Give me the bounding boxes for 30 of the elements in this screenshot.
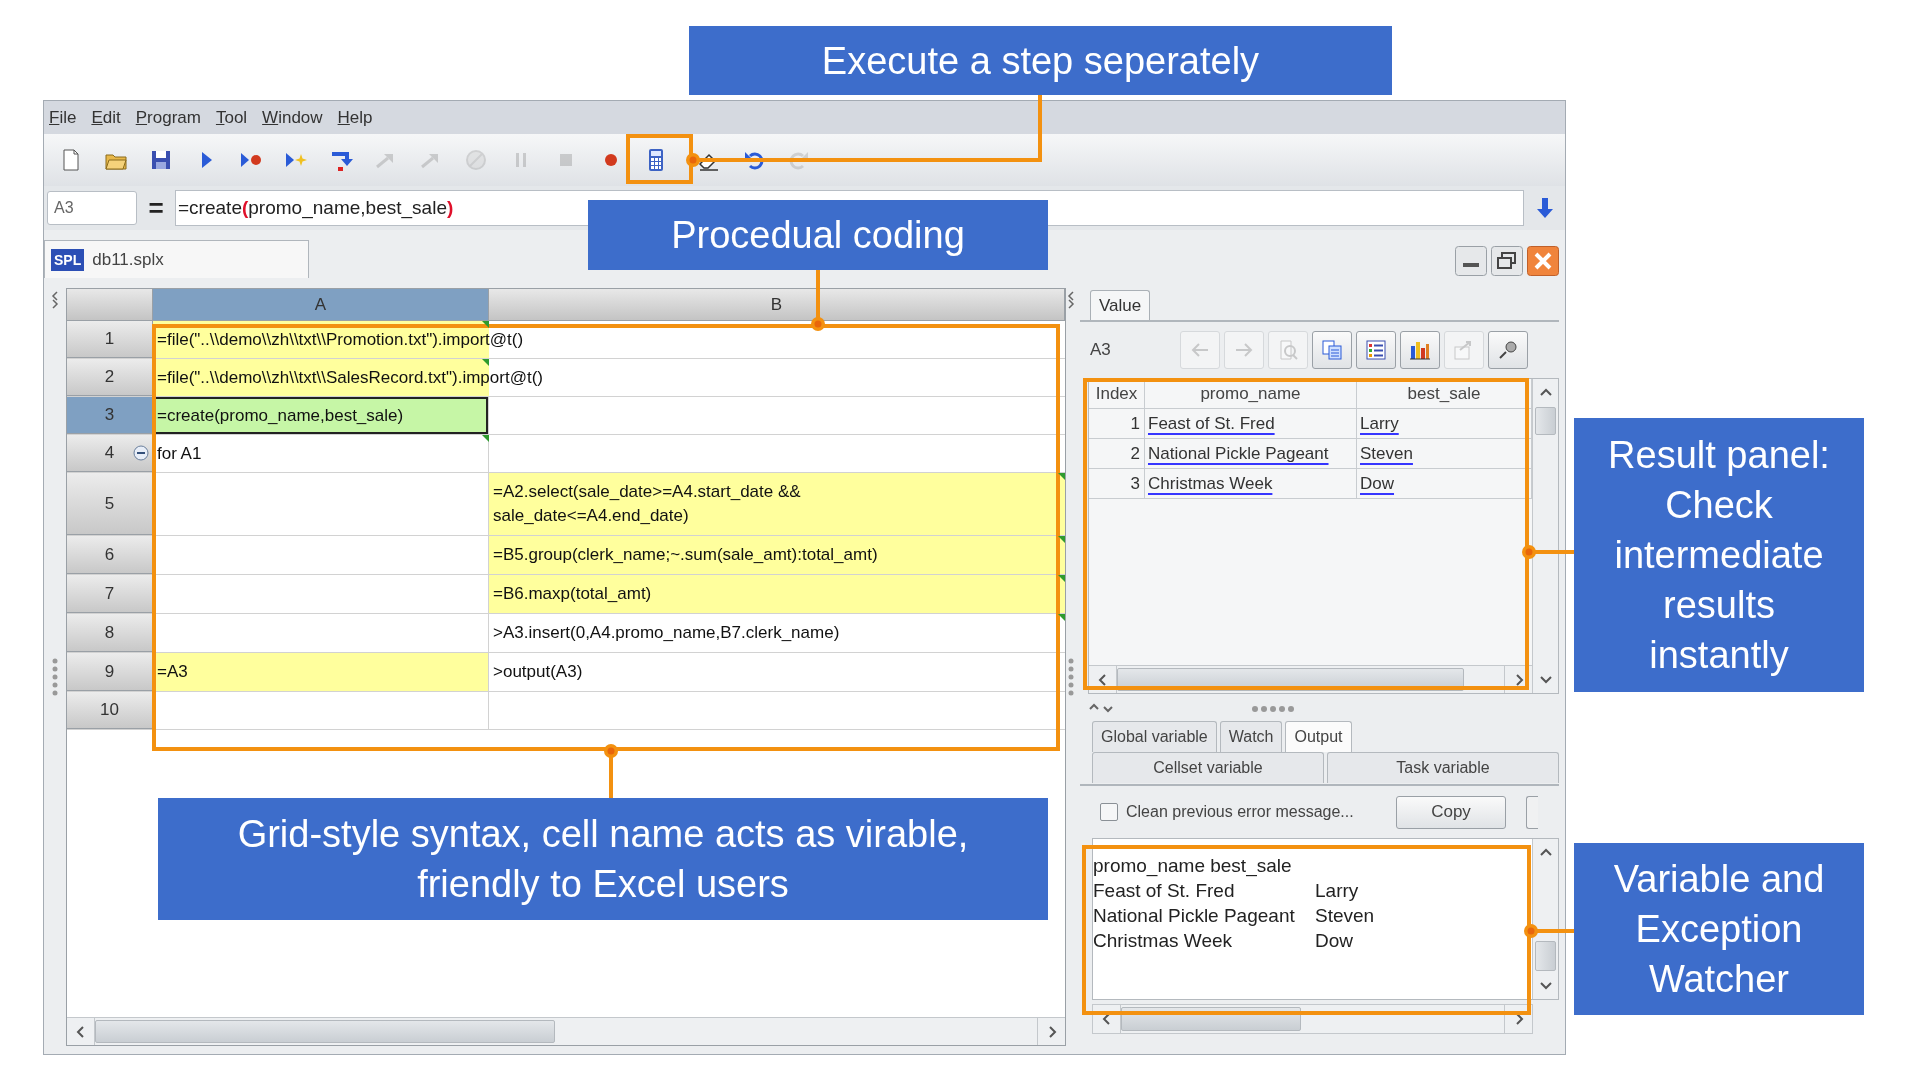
index-cell: 3 — [1089, 469, 1145, 498]
cell-reference: A3 — [1089, 339, 1112, 362]
output-value: Steven — [1315, 904, 1375, 928]
file-name: db11.splx — [92, 248, 164, 271]
row-number: 8 — [104, 621, 115, 644]
callout-text: Variable and Exception Watcher — [1613, 857, 1825, 1002]
row-number: 9 — [104, 660, 115, 683]
row-number: 4 — [104, 442, 115, 465]
output-value: Christmas Week — [1093, 929, 1233, 953]
equals-sign: = — [147, 191, 165, 225]
index-cell: 1 — [1089, 409, 1145, 438]
row-number: 5 — [104, 492, 115, 515]
row-number: 10 — [100, 699, 119, 722]
callout-text: Procedual coding — [671, 213, 965, 258]
callout-text: Result panel: Check intermediate results instantly — [1608, 433, 1830, 678]
index-cell: 2 — [1089, 439, 1145, 468]
checkbox-label: Clean previous error message... — [1126, 802, 1355, 822]
callout-text: Grid-style syntax, cell name acts as virable, friendly to Excel users — [237, 812, 969, 907]
file-type-badge: SPL — [51, 248, 85, 271]
output-value: National Pickle Pageant — [1093, 904, 1296, 928]
output-line: promo_name best_sale — [1093, 854, 1293, 878]
row-number: 1 — [104, 328, 115, 351]
row-number: 6 — [104, 543, 115, 566]
row-number: 2 — [104, 366, 115, 389]
row-number: 3 — [104, 404, 115, 427]
output-value: Larry — [1315, 879, 1359, 903]
output-value: Feast of St. Fred — [1093, 879, 1236, 903]
callout-text: Execute a step seperately — [821, 38, 1260, 84]
output-value: Dow — [1315, 929, 1353, 953]
row-number: 7 — [104, 582, 115, 605]
